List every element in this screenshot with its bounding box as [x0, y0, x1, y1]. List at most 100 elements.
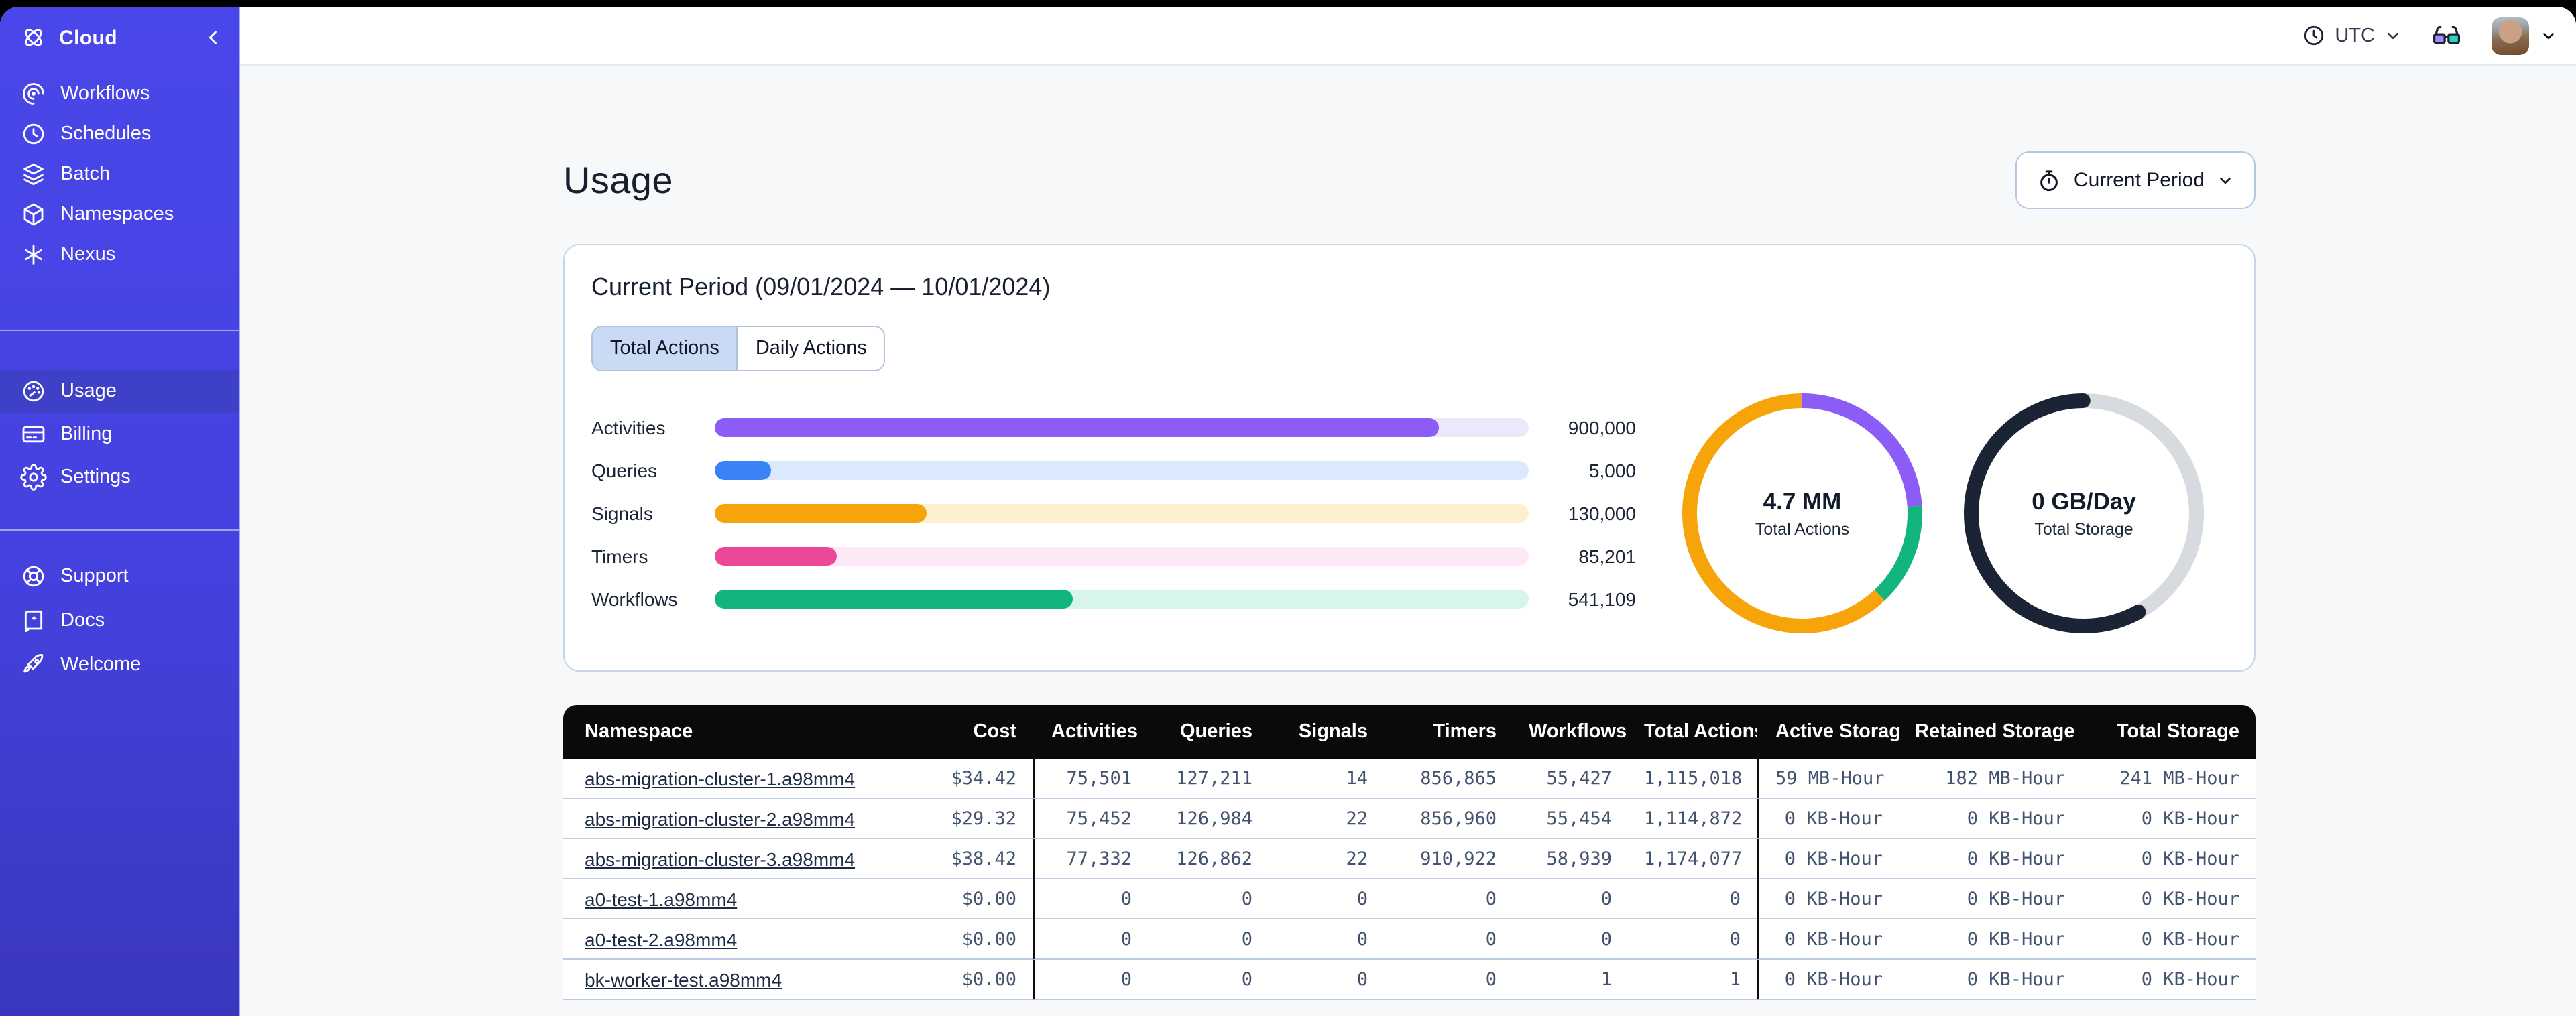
tab-total-actions[interactable]: Total Actions [593, 327, 737, 370]
sidebar-item-namespaces[interactable]: Namespaces [0, 194, 239, 235]
sidebar-brand[interactable]: Cloud [0, 7, 239, 68]
sidebar-item-welcome[interactable]: Welcome [0, 642, 239, 686]
cell-workflows: 1 [1513, 960, 1628, 1000]
period-selector-button[interactable]: Current Period [2015, 151, 2256, 209]
cell-active-storage: 0 KB-Hour [1757, 799, 1899, 839]
sidebar-item-billing[interactable]: Billing [0, 413, 239, 456]
table-row: bk-worker-test.a98mm4 $0.00 0 0 0 0 1 1 0 KB-Hou… [563, 960, 2256, 1000]
sidebar-nav-help: Support Docs Welcome [0, 554, 239, 686]
bar-track [715, 461, 1529, 480]
bar-value: 900,000 [1568, 417, 1636, 438]
cell-workflows: 55,454 [1513, 799, 1628, 839]
brand-label: Cloud [59, 26, 117, 49]
chevron-down-icon [2217, 172, 2234, 189]
cell-retained-storage: 0 KB-Hour [1899, 839, 2081, 879]
cell-active-storage: 0 KB-Hour [1757, 839, 1899, 879]
namespace-link[interactable]: bk-worker-test.a98mm4 [585, 968, 782, 990]
cell-retained-storage: 0 KB-Hour [1899, 799, 2081, 839]
donut-value: 4.7 MM [1763, 488, 1842, 515]
cell-total-storage: 0 KB-Hour [2081, 879, 2256, 919]
sidebar-item-batch[interactable]: Batch [0, 154, 239, 194]
bar-value: 5,000 [1588, 460, 1636, 481]
cell-total-actions: 1,115,018 [1628, 759, 1757, 799]
settings-icon [20, 464, 47, 491]
bar-label: Workflows [591, 588, 678, 610]
sidebar-item-usage[interactable]: Usage [0, 370, 239, 413]
usage-bar-row-timers: Timers 85,201 [591, 546, 1636, 567]
cell-total-actions: 0 [1628, 919, 1757, 960]
sidebar-item-nexus[interactable]: Nexus [0, 235, 239, 275]
cell-active-storage: 0 KB-Hour [1757, 960, 1899, 1000]
donut-center: 0 GB/Day Total Storage [1963, 393, 2205, 634]
welcome-icon [20, 651, 47, 678]
tab-daily-actions[interactable]: Daily Actions [736, 327, 884, 370]
cell-cost: $0.00 [925, 960, 1033, 1000]
workflows-icon [20, 80, 47, 107]
sidebar-item-label: Workflows [60, 83, 150, 105]
cell-queries: 126,984 [1148, 799, 1269, 839]
feedback-glasses-button[interactable] [2431, 20, 2462, 51]
namespace-link[interactable]: abs-migration-cluster-3.a98mm4 [585, 848, 855, 869]
browser-window: Cloud Workflows Schedules Batch Namespaces N… [0, 7, 2576, 1016]
cell-activities: 77,332 [1033, 839, 1148, 879]
col-header-namespace: Namespace [563, 705, 925, 759]
namespace-link[interactable]: abs-migration-cluster-1.a98mm4 [585, 767, 855, 789]
usage-charts: Activities 900,000 Queries 5,000 Signals 130,… [591, 393, 2227, 634]
sidebar-item-support[interactable]: Support [0, 554, 239, 598]
cell-signals: 22 [1269, 839, 1384, 879]
chevron-down-icon [2384, 27, 2402, 44]
cell-total-storage: 0 KB-Hour [2081, 919, 2256, 960]
batch-icon [20, 161, 47, 188]
bar-value: 130,000 [1568, 503, 1636, 524]
bar-fill [715, 461, 772, 480]
cell-cost: $38.42 [925, 839, 1033, 879]
stopwatch-icon [2038, 168, 2062, 192]
timezone-picker[interactable]: UTC [2302, 24, 2402, 47]
account-menu[interactable] [2492, 17, 2557, 54]
namespace-link[interactable]: abs-migration-cluster-2.a98mm4 [585, 808, 855, 829]
cell-signals: 0 [1269, 879, 1384, 919]
temporal-logo-icon [20, 24, 47, 51]
nexus-icon [20, 241, 47, 268]
cell-active-storage: 0 KB-Hour [1757, 879, 1899, 919]
sidebar-item-label: Batch [60, 164, 111, 185]
sidebar-item-label: Namespaces [60, 204, 174, 225]
cell-cost: $34.42 [925, 759, 1033, 799]
cell-activities: 0 [1033, 960, 1148, 1000]
bar-value: 85,201 [1578, 546, 1636, 567]
cell-timers: 856,865 [1384, 759, 1513, 799]
support-icon [20, 562, 47, 589]
cell-signals: 22 [1269, 799, 1384, 839]
sidebar-item-schedules[interactable]: Schedules [0, 114, 239, 154]
cell-timers: 0 [1384, 919, 1513, 960]
page-content: Usage Current Period Current Period (09/… [240, 66, 2576, 1016]
bar-fill [715, 504, 927, 523]
namespace-link[interactable]: a0-test-1.a98mm4 [585, 888, 737, 909]
sidebar-item-label: Schedules [60, 123, 152, 145]
namespaces-icon [20, 201, 47, 228]
usage-icon [20, 378, 47, 405]
cell-total-storage: 0 KB-Hour [2081, 839, 2256, 879]
usage-bar-row-workflows: Workflows 541,109 [591, 588, 1636, 610]
billing-icon [20, 421, 47, 448]
sidebar-item-docs[interactable]: Docs [0, 598, 239, 642]
app-root: Cloud Workflows Schedules Batch Namespaces N… [0, 0, 2576, 1016]
cell-activities: 75,452 [1033, 799, 1148, 839]
sidebar-item-label: Docs [60, 609, 105, 631]
cell-activities: 0 [1033, 879, 1148, 919]
clock-icon [2302, 24, 2325, 47]
cell-cost: $29.32 [925, 799, 1033, 839]
cell-total-actions: 1 [1628, 960, 1757, 1000]
col-header-active-storage: Active Storage [1757, 705, 1899, 759]
donut-label: Total Storage [2034, 520, 2133, 539]
sidebar-collapse-icon[interactable] [204, 28, 223, 47]
sidebar-item-label: Welcome [60, 653, 141, 675]
sidebar-item-settings[interactable]: Settings [0, 456, 239, 499]
namespace-link[interactable]: a0-test-2.a98mm4 [585, 928, 737, 950]
col-header-retained-storage: Retained Storage [1899, 705, 2081, 759]
cell-retained-storage: 0 KB-Hour [1899, 879, 2081, 919]
cell-timers: 0 [1384, 879, 1513, 919]
table-row: abs-migration-cluster-2.a98mm4 $29.32 75,4… [563, 799, 2256, 839]
sidebar-item-workflows[interactable]: Workflows [0, 74, 239, 114]
usage-bar-chart: Activities 900,000 Queries 5,000 Signals 130,… [591, 417, 1636, 610]
